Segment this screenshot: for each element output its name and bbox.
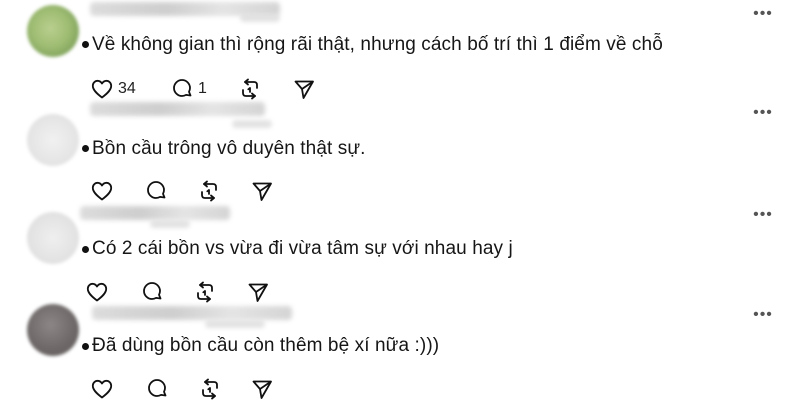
comment-icon xyxy=(173,79,192,97)
repost-button[interactable] xyxy=(198,377,222,401)
repost-button[interactable] xyxy=(238,77,262,101)
timestamp-redacted xyxy=(240,14,280,22)
action-bar: 34 1 xyxy=(0,77,400,101)
share-button[interactable] xyxy=(292,77,316,101)
send-icon xyxy=(294,80,314,99)
comment-item: Có 2 cái bồn vs vừa đi vừa tâm sự với nh… xyxy=(0,200,800,303)
heart-icon xyxy=(91,79,113,99)
avatar[interactable] xyxy=(27,304,79,356)
like-button[interactable]: 34 xyxy=(90,77,136,101)
comment-text: Có 2 cái bồn vs vừa đi vừa tâm sự với nh… xyxy=(92,238,513,259)
comment-item: Đã dùng bồn cầu còn thêm bệ xí nữa :))) … xyxy=(0,300,800,400)
comment-text: Bồn cầu trông vô duyên thật sự. xyxy=(92,138,366,159)
more-options-button[interactable]: ••• xyxy=(748,104,778,122)
bullet xyxy=(82,145,89,152)
avatar[interactable] xyxy=(27,5,79,57)
timestamp-redacted xyxy=(205,320,265,328)
reply-count: 1 xyxy=(198,80,207,97)
like-count: 34 xyxy=(118,80,136,97)
repost-icon xyxy=(202,378,218,400)
comment-item: Về không gian thì rộng rãi thật, nhưng c… xyxy=(0,0,800,100)
bullet xyxy=(82,246,89,253)
action-bar xyxy=(0,377,400,401)
bullet xyxy=(82,343,89,350)
more-options-button[interactable]: ••• xyxy=(748,206,778,224)
comment-icon xyxy=(148,379,167,397)
repost-icon xyxy=(242,78,258,100)
send-icon xyxy=(252,380,272,399)
avatar[interactable] xyxy=(27,114,79,166)
reply-button[interactable] xyxy=(145,377,169,401)
username-redacted[interactable] xyxy=(90,102,265,116)
comment-text: Về không gian thì rộng rãi thật, nhưng c… xyxy=(92,34,663,55)
timestamp-redacted xyxy=(232,120,272,128)
more-options-button[interactable]: ••• xyxy=(748,306,778,324)
reply-button[interactable]: 1 xyxy=(170,77,207,101)
share-button[interactable] xyxy=(250,377,274,401)
bullet xyxy=(82,41,89,48)
comment-text: Đã dùng bồn cầu còn thêm bệ xí nữa :))) xyxy=(92,335,440,356)
timestamp-redacted xyxy=(150,220,190,228)
more-options-button[interactable]: ••• xyxy=(748,5,778,23)
username-redacted[interactable] xyxy=(92,306,292,320)
username-redacted[interactable] xyxy=(80,206,230,220)
comment-item: Bồn cầu trông vô duyên thật sự. ••• xyxy=(0,100,800,202)
heart-icon xyxy=(91,379,113,399)
like-button[interactable] xyxy=(90,377,114,401)
avatar[interactable] xyxy=(27,212,79,264)
